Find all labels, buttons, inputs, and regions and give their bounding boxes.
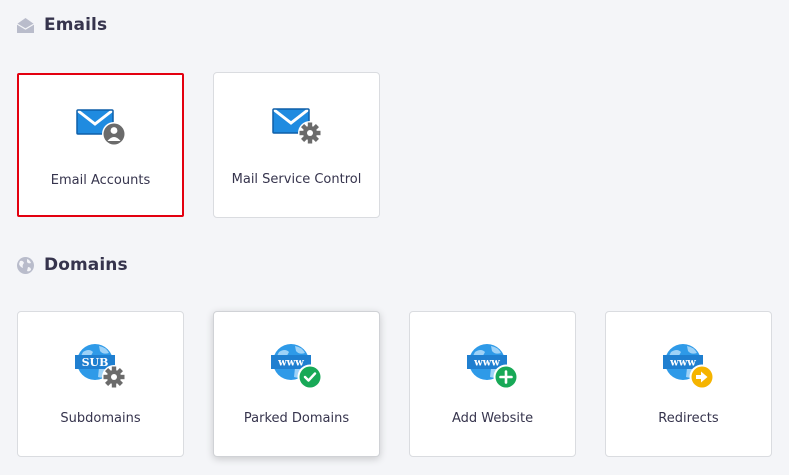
redirects-label: Redirects — [658, 411, 719, 426]
email-accounts-card[interactable]: Email Accounts — [17, 73, 184, 217]
parked-domains-icon: www — [269, 340, 325, 392]
parked-domains-card[interactable]: www Parked Domains — [213, 311, 380, 457]
email-accounts-label: Email Accounts — [50, 173, 151, 188]
redirects-icon: www — [661, 340, 717, 392]
emails-section-title: Emails — [44, 15, 108, 35]
domains-section-title: Domains — [44, 255, 128, 275]
add-website-card[interactable]: www Add Website — [409, 311, 576, 457]
email-accounts-icon — [73, 102, 129, 154]
emails-section-header: Emails — [16, 13, 107, 37]
envelope-open-icon — [16, 16, 35, 35]
globe-icon — [16, 256, 35, 275]
mail-service-control-card[interactable]: Mail Service Control — [213, 72, 380, 218]
subdomains-label: Subdomains — [60, 411, 141, 426]
mail-service-control-label: Mail Service Control — [231, 172, 362, 187]
subdomains-icon: SUB — [73, 340, 129, 392]
add-website-icon: www — [465, 340, 521, 392]
redirects-badge-text: www — [669, 358, 696, 369]
redirects-card[interactable]: www Redirects — [605, 311, 772, 457]
subdomains-badge-text: SUB — [81, 356, 108, 369]
mail-service-control-icon — [269, 101, 325, 153]
parked-domains-label: Parked Domains — [243, 411, 350, 426]
parked-domains-badge-text: www — [277, 358, 304, 369]
add-website-label: Add Website — [451, 411, 534, 426]
add-website-badge-text: www — [473, 358, 500, 369]
subdomains-card[interactable]: SUB Subdomains — [17, 311, 184, 457]
domains-section-header: Domains — [16, 253, 128, 277]
